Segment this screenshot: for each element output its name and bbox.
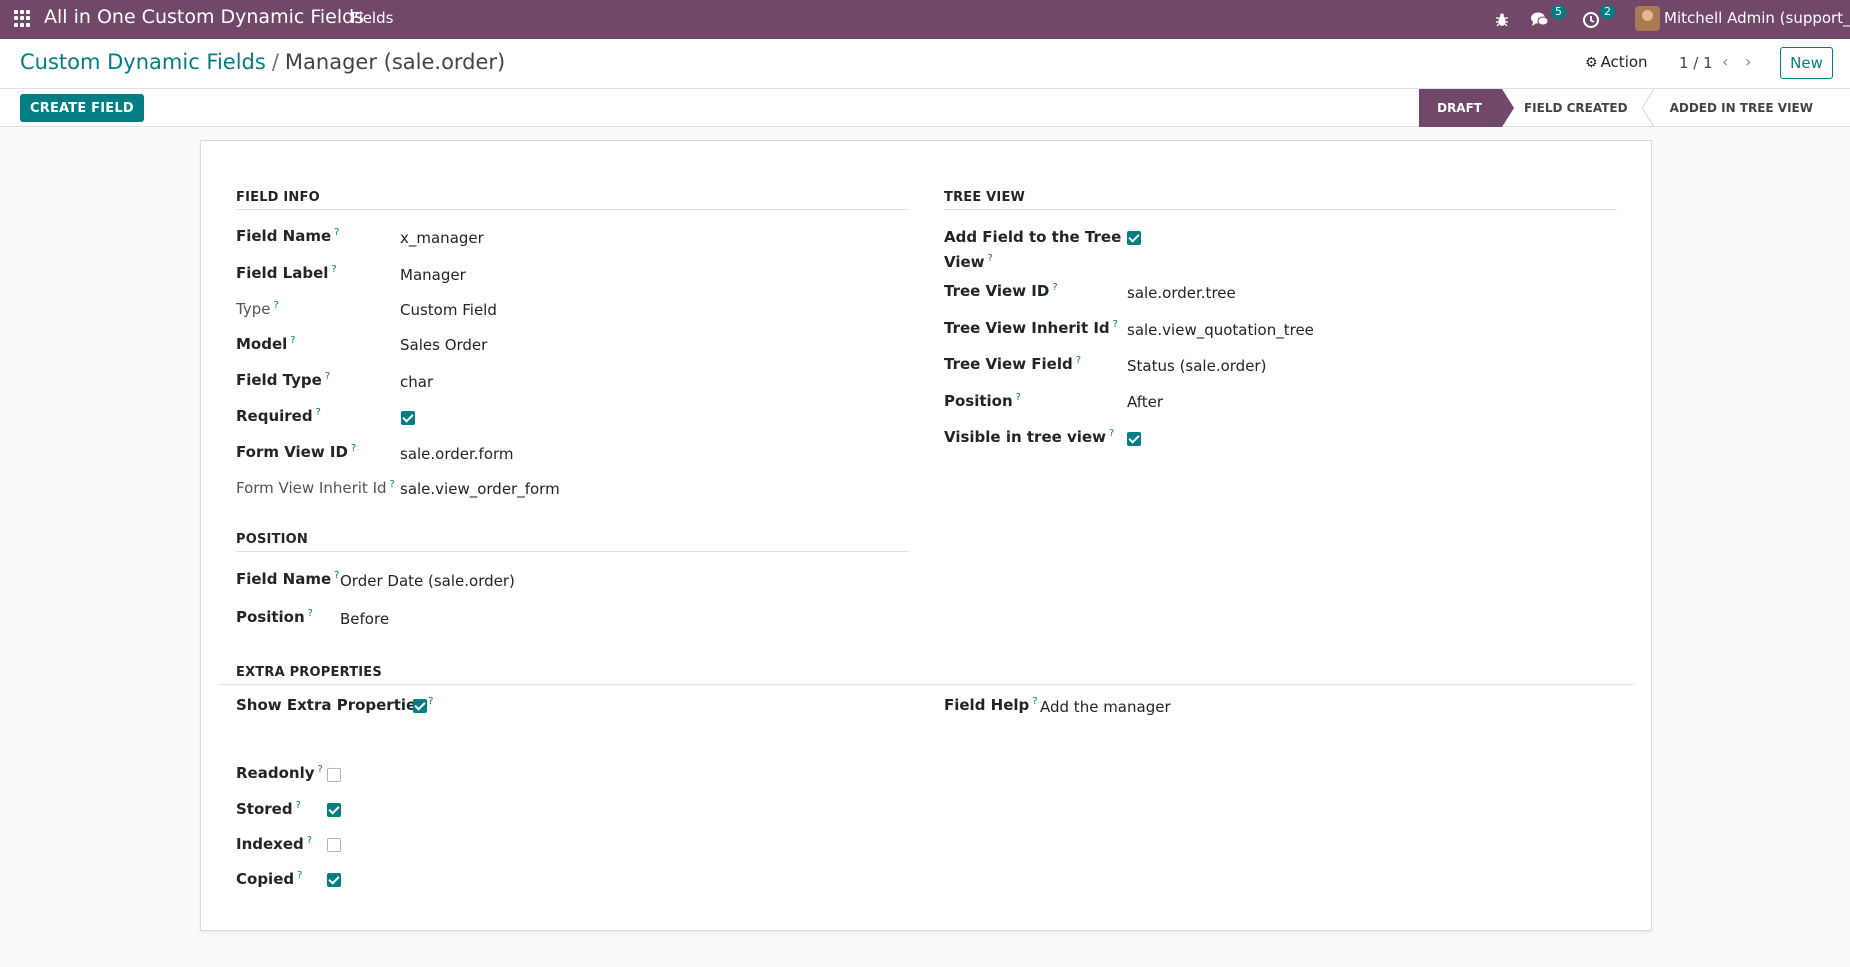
tree-view-field-value[interactable]: Status (sale.order) [1127,357,1266,375]
form-view-id-label: Form View ID? [236,443,357,461]
stored-label: Stored? [236,800,301,818]
debug-bug-icon[interactable] [1494,0,1510,39]
copied-label: Copied? [236,870,303,888]
position-label: Position? [236,608,313,626]
position-field-name-value[interactable]: Order Date (sale.order) [340,572,515,590]
tree-view-id-value[interactable]: sale.order.tree [1127,284,1236,302]
indexed-label: Indexed? [236,835,313,853]
form-sheet: FIELD INFO Field Name? x_manager Field L… [200,140,1652,931]
position-value[interactable]: Before [340,610,389,628]
group-title-position: POSITION [236,532,909,552]
visible-tree-view-label: Visible in tree view? [944,428,1115,446]
field-name-value[interactable]: x_manager [400,229,484,247]
stage-field-created[interactable]: FIELD CREATED [1502,89,1654,127]
field-help-value[interactable]: Add the manager [1040,698,1171,716]
breadcrumb-parent-link[interactable]: Custom Dynamic Fields [20,50,266,74]
add-field-tree-view-label: Add Field to the Tree View? [944,228,1122,271]
pager-next-icon[interactable]: › [1745,52,1751,71]
add-field-tree-view-checkbox[interactable] [1127,231,1141,245]
messages-icon[interactable] [1530,0,1550,39]
breadcrumb-separator: / [271,50,279,74]
group-title-tree-view: TREE VIEW [944,190,1617,210]
control-panel: Custom Dynamic Fields / Manager (sale.orde… [0,39,1850,89]
group-title-field-info: FIELD INFO [236,190,909,210]
show-extra-properties-checkbox[interactable] [413,699,427,713]
tree-view-id-label: Tree View ID? [944,282,1058,300]
field-label-value[interactable]: Manager [400,266,466,284]
app-title[interactable]: All in One Custom Dynamic Fields [44,6,364,28]
form-statusbar: CREATE FIELD DRAFT FIELD CREATED ADDED I… [0,89,1850,127]
visible-tree-view-checkbox[interactable] [1127,432,1141,446]
readonly-checkbox[interactable] [327,768,341,782]
gear-icon: ⚙ [1585,55,1598,71]
group-title-extra-properties: EXTRA PROPERTIES [219,665,1635,685]
show-extra-properties-label: Show Extra Properties? [236,696,434,714]
readonly-label: Readonly? [236,764,323,782]
field-help-label: Field Help? [944,696,1038,714]
stage-draft[interactable]: DRAFT [1419,89,1514,127]
model-label: Model? [236,335,296,353]
tree-view-inherit-label: Tree View Inherit Id? [944,319,1118,337]
new-button[interactable]: New [1780,47,1833,79]
top-navbar: All in One Custom Dynamic Fields Fields … [0,0,1850,39]
field-type-label: Field Type? [236,371,331,389]
breadcrumb-current: Manager (sale.order) [284,50,506,74]
indexed-checkbox[interactable] [327,838,341,852]
apps-menu-icon[interactable] [14,10,31,27]
copied-checkbox[interactable] [327,873,341,887]
user-avatar[interactable] [1635,6,1660,31]
form-view-inherit-label: Form View Inherit Id? [236,479,395,497]
field-type-value[interactable]: char [400,373,433,391]
user-name[interactable]: Mitchell Admin (support_5) [1664,9,1850,27]
breadcrumb: Custom Dynamic Fields / Manager (sale.orde… [20,50,505,74]
form-view-inherit-value: sale.view_order_form [400,480,560,498]
activities-clock-icon[interactable] [1582,0,1600,39]
action-button[interactable]: ⚙ Action [1585,53,1648,71]
stage-pipeline: DRAFT FIELD CREATED ADDED IN TREE VIEW [1419,89,1833,127]
tree-position-value[interactable]: After [1127,393,1163,411]
pager-value[interactable]: 1 / 1 [1679,54,1713,72]
required-label: Required? [236,407,321,425]
type-value: Custom Field [400,301,497,319]
position-field-name-label: Field Name? [236,570,340,588]
menu-fields[interactable]: Fields [351,9,393,27]
field-name-label: Field Name? [236,227,340,245]
tree-view-field-label: Tree View Field? [944,355,1082,373]
tree-view-inherit-value[interactable]: sale.view_quotation_tree [1127,321,1314,339]
activities-count-badge: 2 [1600,5,1615,19]
type-label: Type? [236,300,279,318]
action-label: Action [1600,53,1648,71]
form-view-id-value[interactable]: sale.order.form [400,445,514,463]
required-checkbox[interactable] [401,411,415,425]
messages-count-badge: 5 [1551,5,1566,19]
model-value[interactable]: Sales Order [400,336,487,354]
stored-checkbox[interactable] [327,803,341,817]
stage-added-in-tree-view[interactable]: ADDED IN TREE VIEW [1648,89,1833,127]
pager-previous-icon[interactable]: ‹ [1722,52,1728,71]
tree-position-label: Position? [944,392,1021,410]
field-label-label: Field Label? [236,264,337,282]
create-field-button[interactable]: CREATE FIELD [20,94,144,122]
